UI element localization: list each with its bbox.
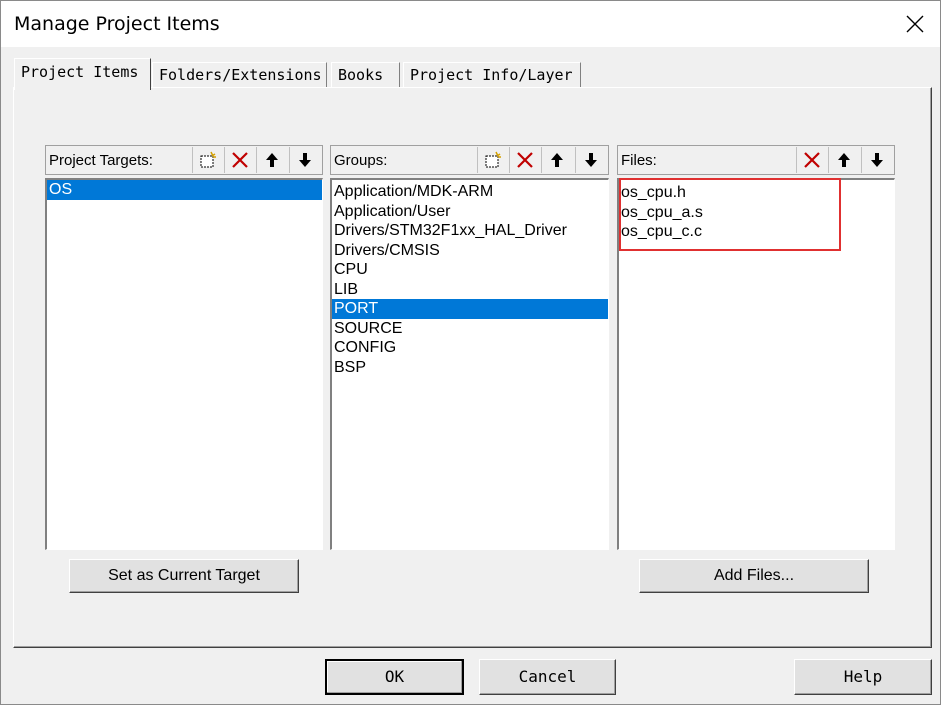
new-target-button[interactable] [192,147,222,173]
move-down-icon [871,153,883,167]
list-item[interactable]: LIB [332,280,608,300]
move-up-icon [551,153,563,167]
window-title: Manage Project Items [14,13,220,35]
tab-project-items[interactable]: Project Items [14,58,151,90]
help-button[interactable]: Help [794,659,932,695]
targets-label: Project Targets: [49,152,153,169]
dialog-window: Manage Project Items Project Items Folde… [0,0,941,705]
set-current-target-button[interactable]: Set as Current Target [69,559,299,593]
list-item[interactable]: PORT [332,299,608,319]
groups-header: Groups: [330,145,609,175]
tab-books[interactable]: Books [331,62,400,88]
tab-label: Project Items [21,63,139,81]
list-item[interactable]: CPU [332,260,608,280]
delete-icon [232,152,248,168]
list-item[interactable]: Application/User [332,202,608,222]
move-up-target-button[interactable] [256,147,286,173]
delete-icon [517,152,533,168]
highlight-box [619,178,841,251]
close-button[interactable] [890,1,940,47]
move-up-icon [838,153,850,167]
targets-list[interactable]: OS [45,178,323,550]
list-item[interactable]: OS [47,180,322,200]
delete-target-button[interactable] [224,147,254,173]
move-down-icon [585,153,597,167]
move-up-group-button[interactable] [541,147,571,173]
new-icon [200,151,216,168]
move-down-icon [299,153,311,167]
list-item[interactable]: CONFIG [332,338,608,358]
groups-label: Groups: [334,152,388,169]
tab-project-info-layer[interactable]: Project Info/Layer [403,62,581,88]
targets-header: Project Targets: [45,145,323,175]
list-item[interactable]: SOURCE [332,319,608,339]
move-down-file-button[interactable] [861,147,891,173]
ok-button[interactable]: OK [325,659,464,695]
tab-label: Project Info/Layer [410,66,573,84]
list-item[interactable]: BSP [332,358,608,378]
move-up-icon [266,153,278,167]
move-down-group-button[interactable] [575,147,605,173]
groups-list[interactable]: Application/MDK-ARM Application/User Dri… [330,178,609,550]
title-bar: Manage Project Items [1,1,940,47]
files-label: Files: [621,152,657,169]
files-header: Files: [617,145,895,175]
list-item[interactable]: Drivers/CMSIS [332,241,608,261]
tab-label: Folders/Extensions [159,66,322,84]
close-icon [906,15,924,33]
new-icon [485,151,501,168]
delete-file-button[interactable] [796,147,826,173]
delete-icon [804,152,820,168]
cancel-button[interactable]: Cancel [479,659,616,695]
move-up-file-button[interactable] [828,147,858,173]
add-files-button[interactable]: Add Files... [639,559,869,593]
move-down-target-button[interactable] [289,147,319,173]
list-item[interactable]: Drivers/STM32F1xx_HAL_Driver [332,221,608,241]
delete-group-button[interactable] [509,147,539,173]
tab-folders-extensions[interactable]: Folders/Extensions [152,62,327,88]
list-item[interactable]: Application/MDK-ARM [332,182,608,202]
new-group-button[interactable] [477,147,507,173]
tab-label: Books [338,66,384,84]
